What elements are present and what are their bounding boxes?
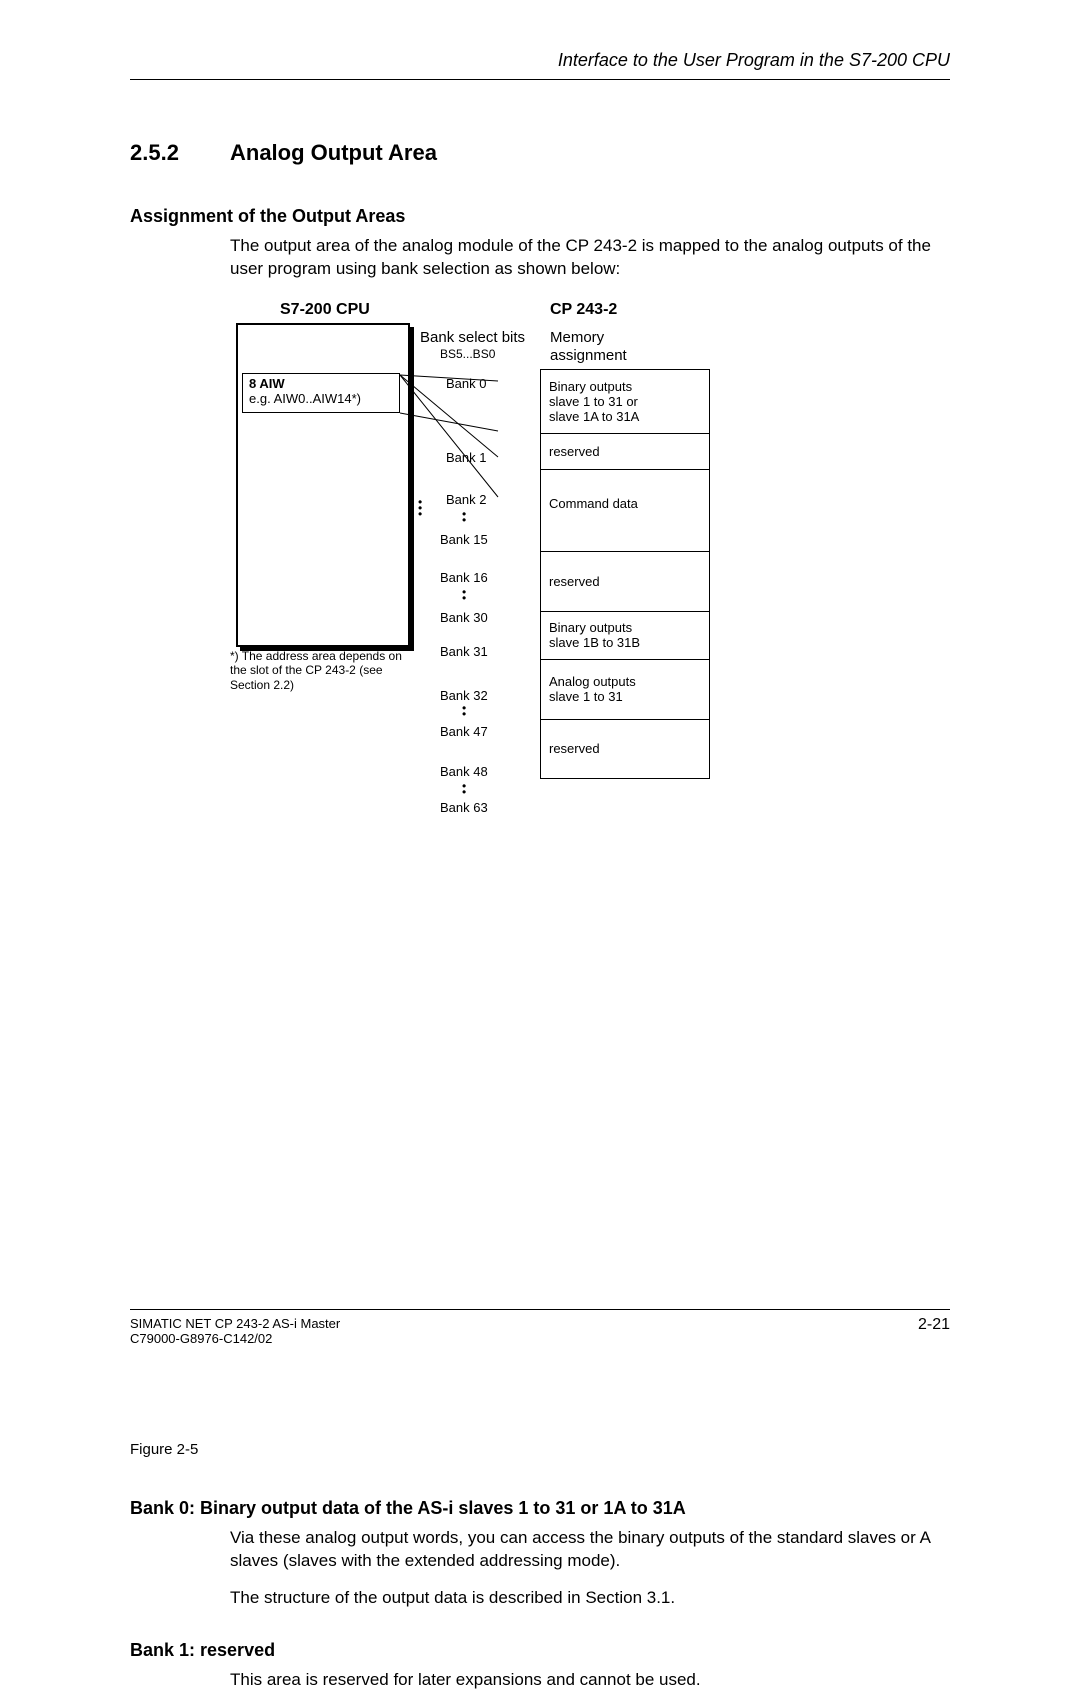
bank-63-label: Bank 63 — [440, 801, 488, 814]
aiw-box: 8 AIW e.g. AIW0..AIW14*) — [242, 373, 400, 413]
mem-binary-outputs-a: Binary outputs slave 1 to 31 or slave 1A… — [540, 369, 710, 433]
bank-47-label: Bank 47 — [440, 725, 488, 738]
mem-reserved-2: reserved — [540, 551, 710, 611]
aiw-example: e.g. AIW0..AIW14*) — [249, 391, 393, 407]
figure-caption: Figure 2-5 — [130, 1441, 950, 1458]
vdots-icon: •• — [462, 589, 466, 601]
bank-30-label: Bank 30 — [440, 611, 488, 624]
s7-200-cpu-label: S7-200 CPU — [280, 301, 370, 319]
mem-reserved-3: reserved — [540, 719, 710, 779]
footer-line1: SIMATIC NET CP 243-2 AS-i Master — [130, 1316, 340, 1332]
bank-32-label: Bank 32 — [440, 689, 488, 702]
mem-reserved-1: reserved — [540, 433, 710, 469]
bank0-p1: Via these analog output words, you can a… — [230, 1527, 950, 1573]
section-number: 2.5.2 — [130, 140, 230, 166]
vdots-icon: ••• — [418, 499, 422, 517]
bank-48-label: Bank 48 — [440, 765, 488, 778]
assignment-body: The output area of the analog module of … — [230, 235, 950, 281]
assignment-heading: Assignment of the Output Areas — [130, 206, 950, 227]
bank-16-label: Bank 16 — [440, 571, 488, 584]
footer-doc-id: SIMATIC NET CP 243-2 AS-i Master C79000-… — [130, 1316, 340, 1347]
memory-column: Binary outputs slave 1 to 31 or slave 1A… — [540, 369, 710, 779]
mem-binary-outputs-b: Binary outputs slave 1B to 31B — [540, 611, 710, 659]
mem-analog-outputs: Analog outputs slave 1 to 31 — [540, 659, 710, 719]
bank-2-label: Bank 2 — [446, 493, 486, 506]
page-footer: SIMATIC NET CP 243-2 AS-i Master C79000-… — [130, 1309, 950, 1347]
address-footnote: *) The address area depends on the slot … — [230, 649, 420, 692]
bank-select-bits-label: Bank select bits — [420, 329, 525, 346]
bank-0-label: Bank 0 — [446, 377, 486, 390]
gap-row — [540, 537, 710, 551]
page: Interface to the User Program in the S7-… — [0, 0, 1080, 1397]
bank-15-label: Bank 15 — [440, 533, 488, 546]
vdots-icon: •• — [462, 783, 466, 795]
memory-assignment-label: Memory assignment — [550, 329, 627, 365]
mem-command-data: Command data — [540, 469, 710, 537]
figure-2-5: S7-200 CPU CP 243-2 Analog outputs Bank … — [230, 301, 950, 861]
bank-1-label: Bank 1 — [446, 451, 486, 464]
cpu-analog-output-box: 8 AIW e.g. AIW0..AIW14*) — [236, 323, 410, 647]
running-title: Interface to the User Program in the S7-… — [130, 50, 950, 80]
aiw-title: 8 AIW — [249, 376, 393, 392]
cp-243-2-label: CP 243-2 — [550, 301, 617, 319]
bank1-p1: This area is reserved for later expansio… — [230, 1669, 950, 1692]
bank0-heading: Bank 0: Binary output data of the AS-i s… — [130, 1498, 950, 1519]
page-number: 2-21 — [918, 1316, 950, 1347]
bank-31-label: Bank 31 — [440, 645, 488, 658]
footer-line2: C79000-G8976-C142/02 — [130, 1331, 340, 1347]
bank1-heading: Bank 1: reserved — [130, 1640, 950, 1661]
bs-bits-label: BS5...BS0 — [440, 347, 495, 361]
vdots-icon: •• — [462, 511, 466, 523]
bank0-p2: The structure of the output data is desc… — [230, 1587, 950, 1610]
vdots-icon: •• — [462, 705, 466, 717]
section-title: Analog Output Area — [230, 140, 437, 166]
section-heading: 2.5.2 Analog Output Area — [130, 140, 950, 166]
